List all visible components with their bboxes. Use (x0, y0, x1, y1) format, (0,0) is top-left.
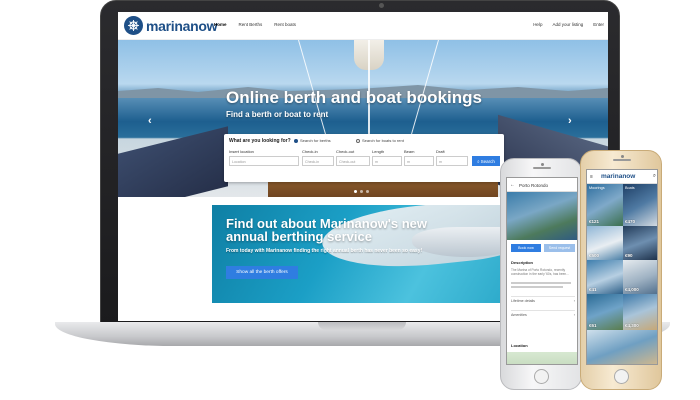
description-text: The Marina of Porto Rotondo, recently co… (511, 268, 569, 276)
book-now-button[interactable]: Book now (511, 244, 541, 252)
moorings-tile[interactable]: Moorings €121 (587, 184, 623, 226)
nav-rent-berths[interactable]: Rent Berths (239, 22, 263, 27)
app-brand: marinanow (601, 173, 636, 180)
site-logo[interactable]: marinanow (124, 16, 218, 35)
checkin-input[interactable]: Check-in (302, 156, 334, 166)
back-arrow-icon[interactable]: ← (510, 182, 515, 188)
ship-wheel-icon (124, 16, 143, 35)
lifetime-details-row[interactable]: Lifetime details › (511, 296, 575, 303)
search-button[interactable]: ⌕ Search (472, 156, 500, 166)
radio-search-boats[interactable]: Search for boats to rent (356, 138, 404, 143)
app-header: ≡ marinanow ⌕ (587, 170, 657, 184)
description-heading: Description (511, 260, 534, 265)
search-question: What are you looking for? (229, 138, 291, 144)
amenities-row[interactable]: Amenities › (511, 310, 575, 317)
carousel-dot[interactable] (366, 190, 369, 193)
chevron-right-icon: › (573, 313, 575, 317)
phone-camera (621, 155, 624, 158)
phone-right-screen: ≡ marinanow ⌕ Moorings €121 Boats €470 €… (586, 169, 658, 365)
radio-unselected-icon (356, 138, 360, 143)
length-input[interactable]: m (372, 156, 402, 166)
listing-tile[interactable] (587, 330, 657, 364)
site-header: marinanow Home Rent Berths Rent boats He… (118, 12, 608, 40)
phone-camera (541, 163, 544, 166)
text-line (511, 282, 571, 284)
hero-title: Online berth and boat bookings (226, 88, 482, 107)
location-map[interactable] (507, 352, 577, 364)
search-panel: What are you looking for? Search for ber… (224, 134, 504, 182)
carousel-dot[interactable] (354, 190, 357, 193)
listing-tile[interactable]: €500 (587, 226, 623, 260)
phone-left: ← Porto Rotondo Book now Send request De… (500, 158, 582, 390)
marina-photo (507, 192, 577, 240)
app-header: ← Porto Rotondo (507, 178, 577, 192)
listing-tile[interactable]: €90 (623, 226, 657, 260)
nav-rent-boats[interactable]: Rent boats (274, 22, 296, 27)
promo-banner: Find out about Marinanow's new annual be… (212, 205, 512, 303)
beam-input[interactable]: m (404, 156, 434, 166)
location-input[interactable]: Location (229, 156, 299, 166)
deck-graphic (118, 126, 228, 197)
menu-icon[interactable]: ≡ (590, 174, 593, 180)
hero-subtitle: Find a berth or boat to rent (226, 110, 329, 119)
send-request-button[interactable]: Send request (544, 244, 575, 252)
carousel-next-button[interactable]: › (568, 115, 572, 127)
text-line (511, 286, 563, 288)
draft-input[interactable]: m (436, 156, 468, 166)
carousel-dot[interactable] (360, 190, 363, 193)
phone-speaker (613, 159, 631, 161)
checkout-input[interactable]: Check-out (336, 156, 370, 166)
nav-enter[interactable]: Enter (593, 22, 604, 27)
search-icon[interactable]: ⌕ (653, 173, 656, 180)
promo-text: From today with Marinanow finding the ri… (226, 248, 423, 254)
show-berth-offers-button[interactable]: Show all the berth offers (226, 266, 298, 279)
nav-home[interactable]: Home (214, 22, 227, 27)
draft-label: Draft (436, 149, 445, 154)
carousel-prev-button[interactable]: ‹ (148, 115, 152, 127)
chevron-right-icon: › (573, 299, 575, 303)
length-label: Length (372, 149, 385, 154)
radio-selected-icon (294, 138, 298, 143)
listing-tile[interactable]: €4,300 (623, 294, 657, 330)
promo-title: Find out about Marinanow's new annual be… (226, 216, 427, 244)
phone-left-screen: ← Porto Rotondo Book now Send request De… (506, 177, 578, 365)
phone-right: ≡ marinanow ⌕ Moorings €121 Boats €470 €… (580, 150, 662, 390)
boats-tile[interactable]: Boats €470 (623, 184, 657, 226)
checkin-label: Check-in (302, 149, 318, 154)
nav-add-listing[interactable]: Add your listing (552, 22, 583, 27)
deck-wood-graphic (268, 180, 498, 197)
nav-help[interactable]: Help (533, 22, 542, 27)
search-icon: ⌕ (477, 158, 480, 164)
listing-tile[interactable]: €41 (587, 260, 623, 294)
main-nav: Home Rent Berths Rent boats (214, 22, 296, 27)
radio-search-berths[interactable]: Search for berths (294, 138, 331, 143)
home-button[interactable] (614, 369, 629, 384)
laptop-notch (318, 322, 406, 330)
brand-name: marinanow (146, 17, 218, 34)
carousel-indicators (354, 190, 369, 193)
marina-title: Porto Rotondo (519, 182, 549, 188)
beam-label: Beam (404, 149, 415, 154)
home-button[interactable] (534, 369, 549, 384)
listing-tile[interactable]: €4,000 (623, 260, 657, 294)
location-label: Insert location (229, 149, 254, 154)
location-heading: Location (511, 343, 528, 348)
listing-tile[interactable]: €61 (587, 294, 623, 330)
checkout-label: Check-out (336, 149, 355, 154)
phone-speaker (533, 167, 551, 169)
laptop-camera (379, 3, 384, 8)
secondary-nav: Help Add your listing Enter (533, 22, 604, 27)
